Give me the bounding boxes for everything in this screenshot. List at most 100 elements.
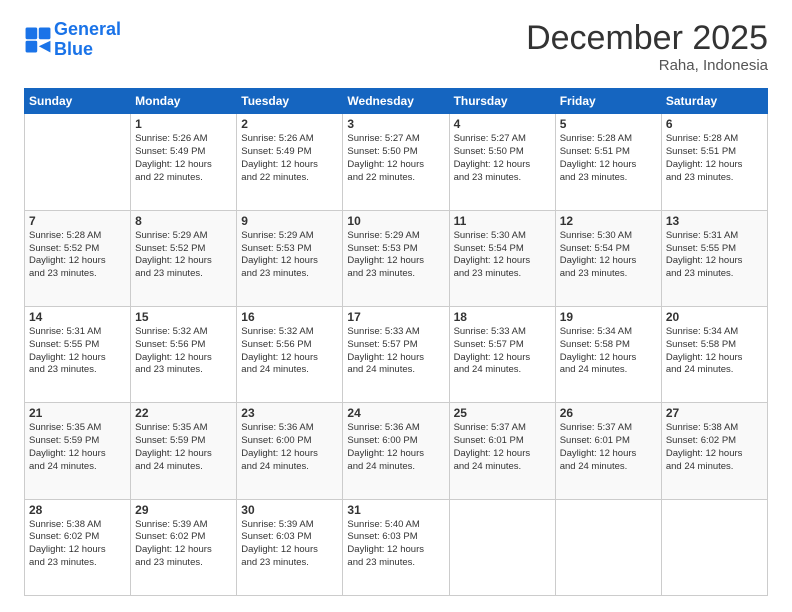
calendar-week-4: 21 Sunrise: 5:35 AM Sunset: 5:59 PM Dayli…	[25, 403, 768, 499]
day-number: 9	[241, 214, 338, 228]
header: General Blue December 2025 Raha, Indones…	[24, 20, 768, 74]
day-number: 4	[454, 117, 551, 131]
calendar-cell: 4 Sunrise: 5:27 AM Sunset: 5:50 PM Daylig…	[449, 114, 555, 210]
day-number: 3	[347, 117, 444, 131]
day-header-thursday: Thursday	[449, 89, 555, 114]
calendar-week-5: 28 Sunrise: 5:38 AM Sunset: 6:02 PM Dayli…	[25, 499, 768, 595]
calendar-cell: 21Sunrise: 5:35 AM Sunset: 5:59 PM Dayli…	[25, 403, 131, 499]
day-number: 20	[666, 310, 763, 324]
day-number: 6	[666, 117, 763, 131]
day-number: 30	[241, 503, 338, 517]
cell-sun-info: Sunrise: 5:39 AM Sunset: 6:03 PM Dayligh…	[241, 519, 338, 570]
cell-sun-info: Sunrise: 5:36 AM Sunset: 6:00 PM Dayligh…	[347, 422, 444, 473]
title-block: December 2025 Raha, Indonesia	[526, 20, 768, 74]
calendar-cell: 1Sunrise: 5:26 AM Sunset: 5:49 PM Daylig…	[131, 114, 237, 210]
day-number: 5	[560, 117, 657, 131]
page: General Blue December 2025 Raha, Indones…	[0, 0, 792, 612]
calendar-cell: 14 Sunrise: 5:31 AM Sunset: 5:55 PM Dayli…	[25, 307, 131, 403]
calendar-cell	[555, 499, 661, 595]
calendar-cell: 8Sunrise: 5:29 AM Sunset: 5:52 PM Daylig…	[131, 210, 237, 306]
logo: General Blue	[24, 20, 121, 60]
day-number: 24	[347, 406, 444, 420]
cell-sun-info: Sunrise: 5:30 AM Sunset: 5:54 PM Dayligh…	[560, 230, 657, 281]
calendar-cell: 24 Sunrise: 5:36 AM Sunset: 6:00 PM Dayli…	[343, 403, 449, 499]
calendar-cell: 17 Sunrise: 5:33 AM Sunset: 5:57 PM Dayli…	[343, 307, 449, 403]
calendar-cell: 27Sunrise: 5:38 AM Sunset: 6:02 PM Dayli…	[661, 403, 767, 499]
cell-sun-info: Sunrise: 5:29 AM Sunset: 5:53 PM Dayligh…	[241, 230, 338, 281]
cell-sun-info: Sunrise: 5:35 AM Sunset: 5:59 PM Dayligh…	[135, 422, 232, 473]
cell-sun-info: Sunrise: 5:33 AM Sunset: 5:57 PM Dayligh…	[347, 326, 444, 377]
day-number: 21	[29, 406, 126, 420]
calendar-cell: 2 Sunrise: 5:26 AM Sunset: 5:49 PM Daylig…	[237, 114, 343, 210]
day-number: 17	[347, 310, 444, 324]
cell-sun-info: Sunrise: 5:38 AM Sunset: 6:02 PM Dayligh…	[29, 519, 126, 570]
calendar-cell: 10Sunrise: 5:29 AM Sunset: 5:53 PM Dayli…	[343, 210, 449, 306]
cell-sun-info: Sunrise: 5:36 AM Sunset: 6:00 PM Dayligh…	[241, 422, 338, 473]
calendar-cell	[661, 499, 767, 595]
calendar-cell: 20 Sunrise: 5:34 AM Sunset: 5:58 PM Dayli…	[661, 307, 767, 403]
cell-sun-info: Sunrise: 5:31 AM Sunset: 5:55 PM Dayligh…	[666, 230, 763, 281]
cell-sun-info: Sunrise: 5:34 AM Sunset: 5:58 PM Dayligh…	[666, 326, 763, 377]
cell-sun-info: Sunrise: 5:31 AM Sunset: 5:55 PM Dayligh…	[29, 326, 126, 377]
calendar-table: SundayMondayTuesdayWednesdayThursdayFrid…	[24, 88, 768, 596]
day-number: 26	[560, 406, 657, 420]
day-number: 22	[135, 406, 232, 420]
calendar-cell: 29Sunrise: 5:39 AM Sunset: 6:02 PM Dayli…	[131, 499, 237, 595]
day-number: 15	[135, 310, 232, 324]
cell-sun-info: Sunrise: 5:28 AM Sunset: 5:52 PM Dayligh…	[29, 230, 126, 281]
day-number: 2	[241, 117, 338, 131]
day-number: 23	[241, 406, 338, 420]
day-number: 25	[454, 406, 551, 420]
day-header-monday: Monday	[131, 89, 237, 114]
logo-blue: Blue	[54, 39, 93, 59]
calendar-cell: 28 Sunrise: 5:38 AM Sunset: 6:02 PM Dayli…	[25, 499, 131, 595]
logo-text: General Blue	[54, 20, 121, 60]
logo-general: General	[54, 19, 121, 39]
calendar-cell: 31 Sunrise: 5:40 AM Sunset: 6:03 PM Dayli…	[343, 499, 449, 595]
calendar-cell: 13Sunrise: 5:31 AM Sunset: 5:55 PM Dayli…	[661, 210, 767, 306]
month-title: December 2025	[526, 20, 768, 57]
logo-icon	[24, 26, 52, 54]
calendar-week-2: 7 Sunrise: 5:28 AM Sunset: 5:52 PM Daylig…	[25, 210, 768, 306]
calendar-cell: 11Sunrise: 5:30 AM Sunset: 5:54 PM Dayli…	[449, 210, 555, 306]
calendar-cell	[449, 499, 555, 595]
day-number: 7	[29, 214, 126, 228]
calendar-cell: 25Sunrise: 5:37 AM Sunset: 6:01 PM Dayli…	[449, 403, 555, 499]
day-number: 18	[454, 310, 551, 324]
day-number: 8	[135, 214, 232, 228]
day-number: 11	[454, 214, 551, 228]
cell-sun-info: Sunrise: 5:32 AM Sunset: 5:56 PM Dayligh…	[241, 326, 338, 377]
calendar-cell: 3 Sunrise: 5:27 AM Sunset: 5:50 PM Daylig…	[343, 114, 449, 210]
calendar-cell: 5 Sunrise: 5:28 AM Sunset: 5:51 PM Daylig…	[555, 114, 661, 210]
cell-sun-info: Sunrise: 5:27 AM Sunset: 5:50 PM Dayligh…	[454, 133, 551, 184]
calendar-week-1: 1 Sunrise: 5:26 AM Sunset: 5:49 PM Daylig…	[25, 114, 768, 210]
cell-sun-info: Sunrise: 5:37 AM Sunset: 6:01 PM Dayligh…	[560, 422, 657, 473]
calendar-week-3: 14 Sunrise: 5:31 AM Sunset: 5:55 PM Dayli…	[25, 307, 768, 403]
day-number: 1	[135, 117, 232, 131]
day-header-saturday: Saturday	[661, 89, 767, 114]
calendar-cell: 7 Sunrise: 5:28 AM Sunset: 5:52 PM Daylig…	[25, 210, 131, 306]
cell-sun-info: Sunrise: 5:29 AM Sunset: 5:53 PM Dayligh…	[347, 230, 444, 281]
calendar-cell: 23 Sunrise: 5:36 AM Sunset: 6:00 PM Dayli…	[237, 403, 343, 499]
cell-sun-info: Sunrise: 5:33 AM Sunset: 5:57 PM Dayligh…	[454, 326, 551, 377]
calendar-cell	[25, 114, 131, 210]
cell-sun-info: Sunrise: 5:38 AM Sunset: 6:02 PM Dayligh…	[666, 422, 763, 473]
day-header-friday: Friday	[555, 89, 661, 114]
cell-sun-info: Sunrise: 5:26 AM Sunset: 5:49 PM Dayligh…	[241, 133, 338, 184]
day-number: 31	[347, 503, 444, 517]
cell-sun-info: Sunrise: 5:40 AM Sunset: 6:03 PM Dayligh…	[347, 519, 444, 570]
calendar-cell: 9 Sunrise: 5:29 AM Sunset: 5:53 PM Daylig…	[237, 210, 343, 306]
day-number: 28	[29, 503, 126, 517]
cell-sun-info: Sunrise: 5:28 AM Sunset: 5:51 PM Dayligh…	[560, 133, 657, 184]
calendar-cell: 16Sunrise: 5:32 AM Sunset: 5:56 PM Dayli…	[237, 307, 343, 403]
cell-sun-info: Sunrise: 5:32 AM Sunset: 5:56 PM Dayligh…	[135, 326, 232, 377]
cell-sun-info: Sunrise: 5:27 AM Sunset: 5:50 PM Dayligh…	[347, 133, 444, 184]
day-number: 12	[560, 214, 657, 228]
day-number: 14	[29, 310, 126, 324]
calendar-header-row: SundayMondayTuesdayWednesdayThursdayFrid…	[25, 89, 768, 114]
calendar-cell: 22 Sunrise: 5:35 AM Sunset: 5:59 PM Dayli…	[131, 403, 237, 499]
calendar-cell: 6Sunrise: 5:28 AM Sunset: 5:51 PM Daylig…	[661, 114, 767, 210]
day-number: 29	[135, 503, 232, 517]
calendar-cell: 12 Sunrise: 5:30 AM Sunset: 5:54 PM Dayli…	[555, 210, 661, 306]
cell-sun-info: Sunrise: 5:34 AM Sunset: 5:58 PM Dayligh…	[560, 326, 657, 377]
